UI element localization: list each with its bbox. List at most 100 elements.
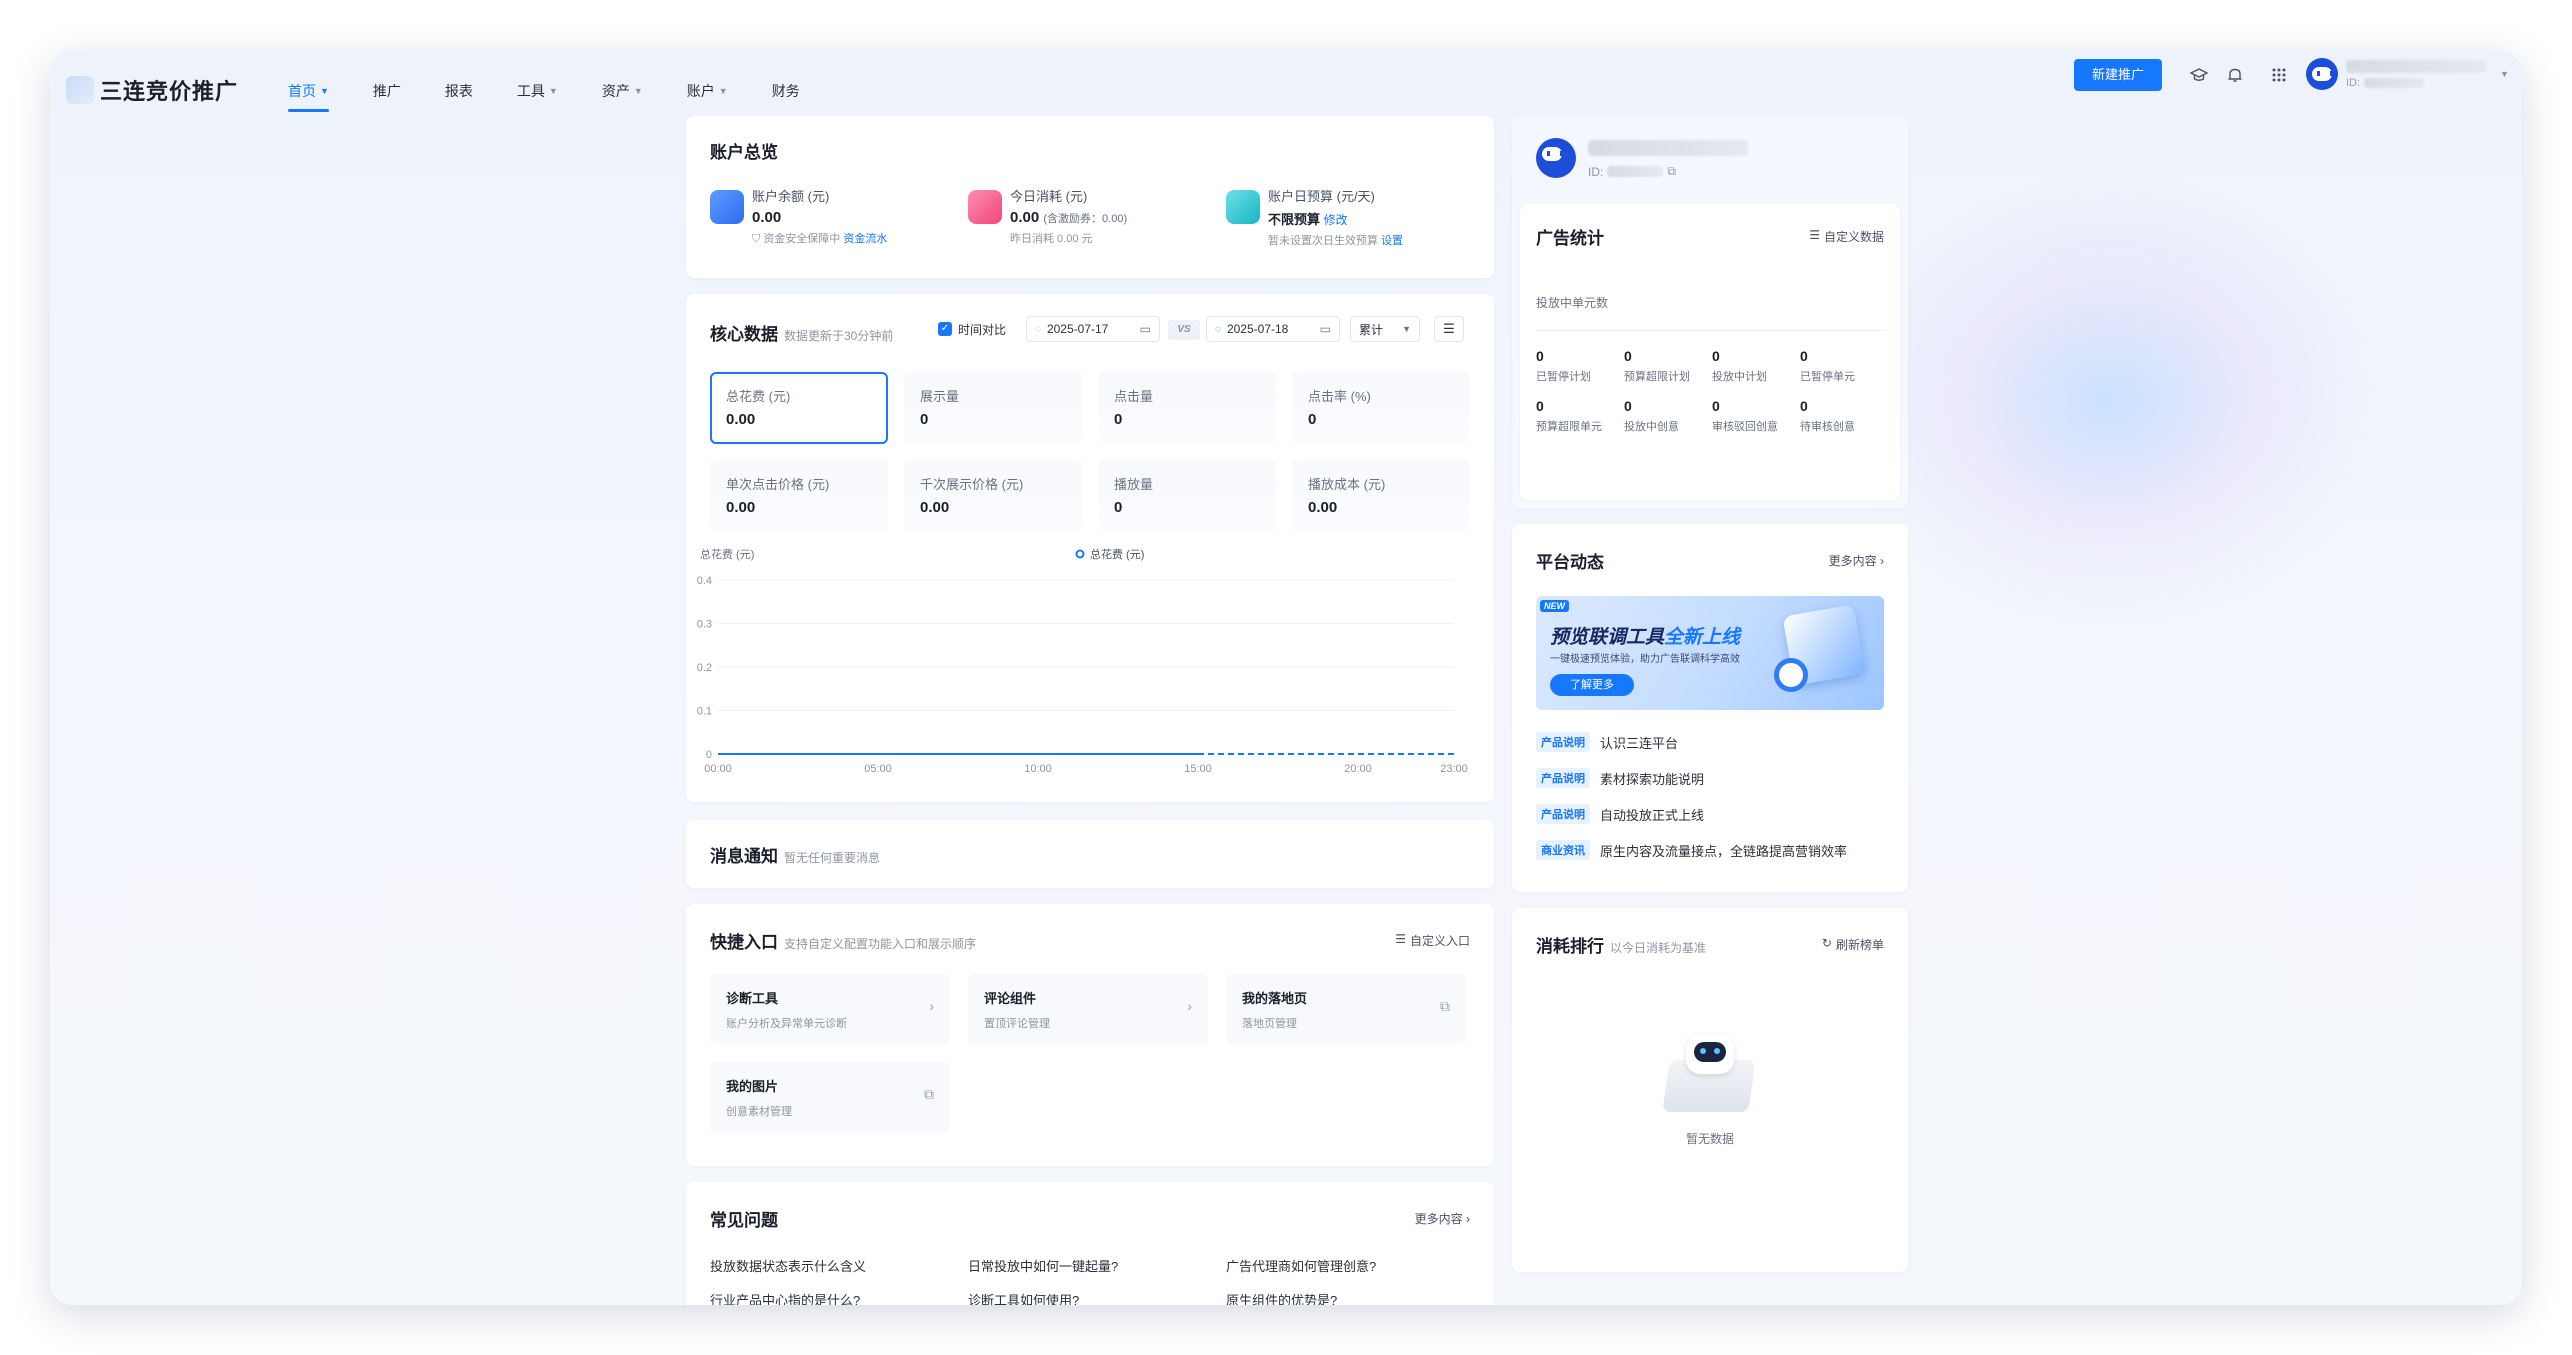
metric-value: 0.00: [726, 499, 756, 516]
set-budget-link[interactable]: 设置: [1381, 235, 1403, 247]
caret-down-icon: ▼: [633, 86, 643, 96]
chevron-right-icon: ›: [929, 998, 934, 1014]
faq-item[interactable]: 投放数据状态表示什么含义: [710, 1256, 866, 1275]
faq-item[interactable]: 日常投放中如何一键起量?: [968, 1256, 1118, 1275]
stat-rejected-creatives[interactable]: 0 审核驳回创意: [1712, 398, 1792, 434]
fund-flow-link[interactable]: 资金流水: [843, 233, 887, 245]
customize-entry-button[interactable]: ☰ 自定义入口: [1395, 932, 1470, 949]
quick-item-desc: 账户分析及异常单元诊断: [726, 1018, 847, 1030]
notice-card: 消息通知 暂无任何重要消息: [686, 820, 1494, 888]
metric-card-play-cost[interactable]: 播放成本 (元) 0.00: [1292, 460, 1470, 532]
metric-card-total-spend[interactable]: 总花费 (元) 0.00: [710, 372, 888, 444]
bell-icon[interactable]: [2222, 62, 2248, 88]
faq-item[interactable]: 行业产品中心指的是什么?: [710, 1290, 860, 1305]
list-settings-button[interactable]: ☰: [1434, 316, 1464, 342]
nav-label: 工具: [516, 83, 545, 99]
refresh-ranking-button[interactable]: ↻ 刷新榜单: [1822, 936, 1884, 953]
coupon-note: (含激励券：0.00): [1043, 213, 1128, 225]
date-picker-2[interactable]: ◌ 2025-07-18 ▭: [1206, 316, 1340, 342]
faq-card: 常见问题 更多内容 › 投放数据状态表示什么含义 日常投放中如何一键起量? 广告…: [686, 1182, 1494, 1305]
budget-tag-icon: [1226, 190, 1260, 224]
banner-headline-a: 预览联调工具: [1550, 627, 1665, 648]
quick-item-landing-pages[interactable]: 我的落地页 落地页管理 ⧉: [1226, 974, 1466, 1044]
news-text: 原生内容及流量接点，全链路提高营销效率: [1600, 843, 1848, 859]
metric-card-clicks[interactable]: 点击量 0: [1098, 372, 1276, 444]
faq-item[interactable]: 诊断工具如何使用?: [968, 1290, 1079, 1305]
metric-label: 千次展示价格 (元): [920, 477, 1024, 492]
overview-title: 账户总览: [710, 143, 778, 162]
stat-running-plans[interactable]: 0 投放中计划: [1712, 348, 1792, 384]
brand-name: 三连竞价推广: [100, 79, 239, 104]
spend-ranking-card: 消耗排行 以今日消耗为基准 ↻ 刷新榜单 暂无数据: [1512, 908, 1908, 1272]
stat-pending-creatives[interactable]: 0 待审核创意: [1800, 398, 1880, 434]
user-menu[interactable]: ID: ▼: [2306, 58, 2509, 90]
refresh-icon: ↻: [1821, 936, 1832, 950]
stat-label: 投放中创意: [1624, 421, 1679, 433]
stat-paused-units[interactable]: 0 已暂停单元: [1800, 348, 1880, 384]
time-compare-label: 时间对比: [958, 322, 1007, 337]
stat-over-budget-plans[interactable]: 0 预算超限计划: [1624, 348, 1704, 384]
y-tick-label: 0: [706, 749, 712, 761]
nav-item-reports[interactable]: 报表: [445, 68, 473, 114]
faq-item[interactable]: 原生组件的优势是?: [1226, 1290, 1337, 1305]
quick-item-desc: 创意素材管理: [726, 1106, 792, 1118]
calendar-icon: ▭: [1139, 322, 1151, 336]
ad-stats-panel: 广告统计 ☰ 自定义数据 投放中单元数 0 已暂停计划 0 预算超限计划 0 投放中计划…: [1520, 204, 1900, 500]
news-item[interactable]: 产品说明 自动投放正式上线: [1536, 804, 1704, 824]
nav-item-tools[interactable]: 工具 ▼: [517, 68, 558, 114]
profile-stats-card: ID: ⧉ 广告统计 ☰ 自定义数据 投放中单元数 0 已暂停计划 0 预算超限计划 …: [1512, 116, 1908, 508]
faq-more-link[interactable]: 更多内容 ›: [1415, 1210, 1470, 1227]
new-campaign-button[interactable]: 新建推广: [2074, 59, 2162, 91]
platform-news-card: 平台动态 更多内容 › NEW 预览联调工具全新上线 一键极速预览体验，助力广告…: [1512, 524, 1908, 892]
user-id-redacted: [2364, 77, 2425, 88]
customize-data-label: 自定义数据: [1823, 230, 1884, 244]
list-icon: ☰: [1809, 228, 1820, 242]
quick-item-images[interactable]: 我的图片 创意素材管理 ⧉: [710, 1062, 950, 1132]
nav-item-assets[interactable]: 资产 ▼: [602, 68, 643, 114]
quick-item-diagnosis[interactable]: 诊断工具 账户分析及异常单元诊断 ›: [710, 974, 950, 1044]
stat-over-budget-units[interactable]: 0 预算超限单元: [1536, 398, 1616, 434]
learn-more-button[interactable]: 了解更多: [1550, 674, 1634, 696]
platform-more-link[interactable]: 更多内容 ›: [1829, 552, 1884, 569]
metric-card-impressions[interactable]: 展示量 0: [904, 372, 1082, 444]
copy-icon[interactable]: ⧉: [1667, 164, 1676, 179]
nav-item-account[interactable]: 账户 ▼: [687, 68, 728, 114]
faq-item[interactable]: 广告代理商如何管理创意?: [1226, 1256, 1376, 1275]
mode-select[interactable]: 累计 ▼: [1350, 316, 1420, 342]
balance-item: 账户余额 (元) 0.00 ⛉ 资金安全保障中 资金流水: [710, 186, 887, 246]
time-compare-toggle[interactable]: ✓ 时间对比: [938, 316, 1007, 342]
banner-desc: 一键极速预览体验，助力广告联调科学高效: [1550, 654, 1740, 665]
stat-paused-plans[interactable]: 0 已暂停计划: [1536, 348, 1616, 384]
promo-banner[interactable]: NEW 预览联调工具全新上线 一键极速预览体验，助力广告联调科学高效 了解更多: [1536, 596, 1884, 710]
news-item[interactable]: 商业资讯 原生内容及流量接点，全链路提高营销效率: [1536, 840, 1847, 860]
stat-running-creatives[interactable]: 0 投放中创意: [1624, 398, 1704, 434]
news-item[interactable]: 产品说明 素材探索功能说明: [1536, 768, 1704, 788]
nav-item-finance[interactable]: 财务: [772, 68, 800, 114]
metric-card-plays[interactable]: 播放量 0: [1098, 460, 1276, 532]
nav-item-promotion[interactable]: 推广: [373, 68, 401, 114]
list-icon: ☰: [1395, 932, 1406, 946]
metric-card-cpc[interactable]: 单次点击价格 (元) 0.00: [710, 460, 888, 532]
quick-item-comments[interactable]: 评论组件 置顶评论管理 ›: [968, 974, 1208, 1044]
edit-budget-link[interactable]: 修改: [1324, 213, 1348, 227]
graduation-cap-icon[interactable]: [2186, 62, 2212, 88]
external-link-icon: ⧉: [924, 1086, 934, 1102]
metric-label: 单次点击价格 (元): [726, 477, 830, 492]
banner-headline-b: 全新上线: [1664, 627, 1741, 648]
nav-item-home[interactable]: 首页 ▼: [288, 68, 329, 114]
grid-apps-icon[interactable]: [2266, 62, 2292, 88]
metric-label: 点击率 (%): [1308, 389, 1371, 404]
chevron-right-icon: ›: [1187, 998, 1192, 1014]
brand-logo[interactable]: 三连竞价推广: [66, 74, 238, 106]
metric-card-ctr[interactable]: 点击率 (%) 0: [1292, 372, 1470, 444]
date-picker-1[interactable]: ◌ 2025-07-17 ▭: [1026, 316, 1160, 342]
caret-down-icon: ▼: [718, 86, 728, 96]
customize-data-button[interactable]: ☰ 自定义数据: [1809, 228, 1884, 245]
metric-card-cpm[interactable]: 千次展示价格 (元) 0.00: [904, 460, 1082, 532]
news-item[interactable]: 产品说明 认识三连平台: [1536, 732, 1678, 752]
quick-item-desc: 置顶评论管理: [984, 1018, 1050, 1030]
calendar-icon: ▭: [1319, 322, 1331, 336]
mode-value: 累计: [1359, 322, 1384, 337]
today-spend-label: 今日消耗 (元): [1010, 189, 1088, 204]
core-title: 核心数据: [710, 325, 778, 344]
